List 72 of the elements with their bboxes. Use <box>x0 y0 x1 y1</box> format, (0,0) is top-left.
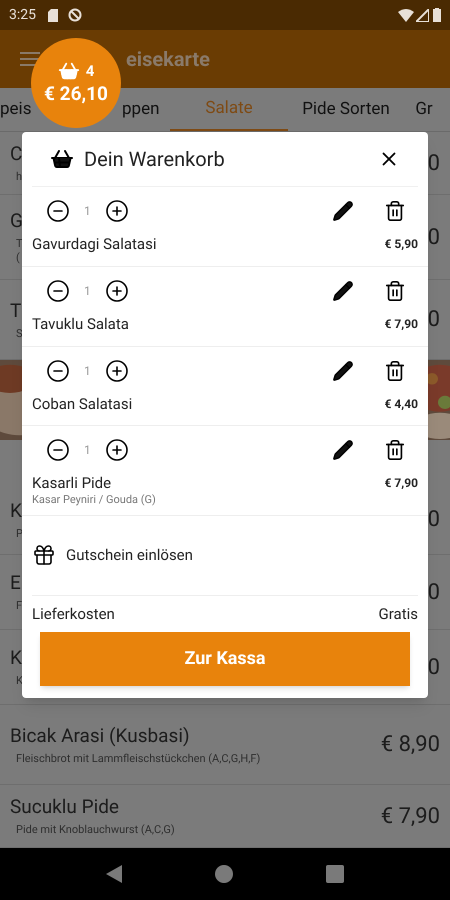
cart-item-price: € 7,90 <box>384 476 418 492</box>
category-tab[interactable]: ppen <box>122 88 170 131</box>
edit-button[interactable] <box>332 199 356 223</box>
dish-description: h <box>15 170 22 184</box>
decrease-button[interactable] <box>46 278 70 303</box>
dialog-title: Dein Warenkorb <box>84 146 225 173</box>
cart-item-description: Kasar Peyniri / Gouda (G) <box>32 493 156 507</box>
dish-description: T ( <box>15 237 23 265</box>
dish-name: Sucuklu Pide <box>10 795 120 819</box>
dish-description: K <box>15 674 23 688</box>
cart-total: € 26,10 <box>44 82 108 106</box>
dish-name: T <box>10 298 22 322</box>
decrease-button[interactable] <box>46 199 70 223</box>
home-icon[interactable] <box>214 865 233 883</box>
dish-name: C <box>10 142 22 166</box>
dish-description: S <box>15 326 23 340</box>
dish-price: 0 <box>428 150 440 178</box>
cart-item-name: Gavurdagi Salatasi <box>32 235 156 254</box>
checkout-button[interactable]: Zur Kassa <box>40 632 410 686</box>
status-time: 3:25 <box>9 6 36 24</box>
dish-name: K <box>10 498 23 522</box>
menu-icon[interactable] <box>20 52 40 66</box>
wifi-icon <box>398 8 414 22</box>
dish-name: K <box>10 646 23 670</box>
dish-price: 0 <box>428 654 440 682</box>
quantity: 1 <box>84 203 91 220</box>
dish-description: Pide mit Knoblauchwurst (A,C,G) <box>15 823 175 837</box>
cart-count: 4 <box>86 60 94 82</box>
cart-item-name: Tavuklu Salata <box>32 314 129 334</box>
cart-item-price: € 4,40 <box>384 396 418 412</box>
category-tab[interactable]: peis <box>0 88 30 131</box>
voucher-link[interactable]: Gutschein einlösen <box>66 544 193 566</box>
quantity: 1 <box>84 442 91 460</box>
dish-price: 0 <box>428 306 440 334</box>
back-icon[interactable] <box>106 865 122 883</box>
cart-item-name: Kasarli Pide <box>32 474 112 493</box>
gift-icon <box>32 543 56 568</box>
decrease-button[interactable] <box>46 358 70 382</box>
dish-price: 0 <box>428 578 440 606</box>
recents-icon[interactable] <box>326 865 344 883</box>
increase-button[interactable] <box>104 199 129 223</box>
category-tab[interactable]: Pide Sorten <box>288 88 404 131</box>
sd-card-icon <box>48 8 58 22</box>
dish-price: 0 <box>428 224 440 252</box>
delivery-value: Gratis <box>378 604 418 624</box>
basket-icon <box>50 147 74 171</box>
delivery-label: Lieferkosten <box>32 604 115 624</box>
increase-button[interactable] <box>104 438 129 462</box>
dish-price: 0 <box>428 506 440 534</box>
cart-item-price: € 7,90 <box>384 316 418 332</box>
signal-icon <box>416 8 429 22</box>
dish-price: € 7,90 <box>380 802 440 830</box>
quantity: 1 <box>84 282 91 300</box>
quantity: 1 <box>84 362 91 380</box>
dish-name: G <box>10 209 23 234</box>
cart-item-name: Coban Salatasi <box>32 394 132 414</box>
category-tab[interactable]: Gr <box>404 88 444 131</box>
cart-item-price: € 5,90 <box>384 237 418 252</box>
app-title: eisekarte <box>126 46 210 73</box>
decrease-button[interactable] <box>46 438 70 462</box>
increase-button[interactable] <box>104 358 129 382</box>
battery-icon <box>433 8 441 22</box>
increase-button[interactable] <box>104 278 129 303</box>
dish-name: Bicak Arasi (Kusbasi) <box>10 724 191 748</box>
blocked-icon <box>68 8 82 22</box>
dish-description: F <box>15 599 22 613</box>
dish-description: Fleischbrot mit Lammfleischstückchen (A,C,G,H,F) <box>15 752 260 766</box>
dish-price: € 8,90 <box>380 731 440 759</box>
edit-button[interactable] <box>332 438 356 462</box>
edit-button[interactable] <box>332 278 356 303</box>
dish-name: E <box>10 571 22 595</box>
edit-button[interactable] <box>332 358 356 382</box>
